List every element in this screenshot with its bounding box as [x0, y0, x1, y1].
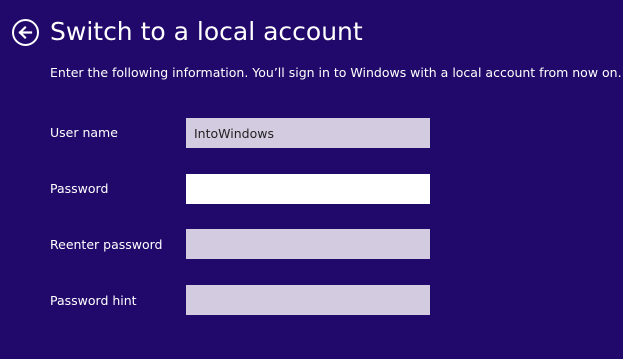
username-label: User name: [50, 125, 118, 140]
reenter-password-label: Reenter password: [50, 237, 163, 252]
password-hint-label: Password hint: [50, 293, 137, 308]
password-input[interactable]: [186, 174, 430, 204]
local-account-screen: Switch to a local account Enter the foll…: [0, 0, 623, 359]
back-arrow-icon: [18, 25, 33, 40]
instruction-text: Enter the following information. You’ll …: [50, 65, 622, 80]
page-title: Switch to a local account: [50, 17, 363, 46]
password-hint-input[interactable]: [186, 285, 430, 315]
password-label: Password: [50, 181, 109, 196]
back-button[interactable]: [12, 19, 39, 46]
username-input[interactable]: [186, 118, 430, 148]
reenter-password-input[interactable]: [186, 229, 430, 259]
